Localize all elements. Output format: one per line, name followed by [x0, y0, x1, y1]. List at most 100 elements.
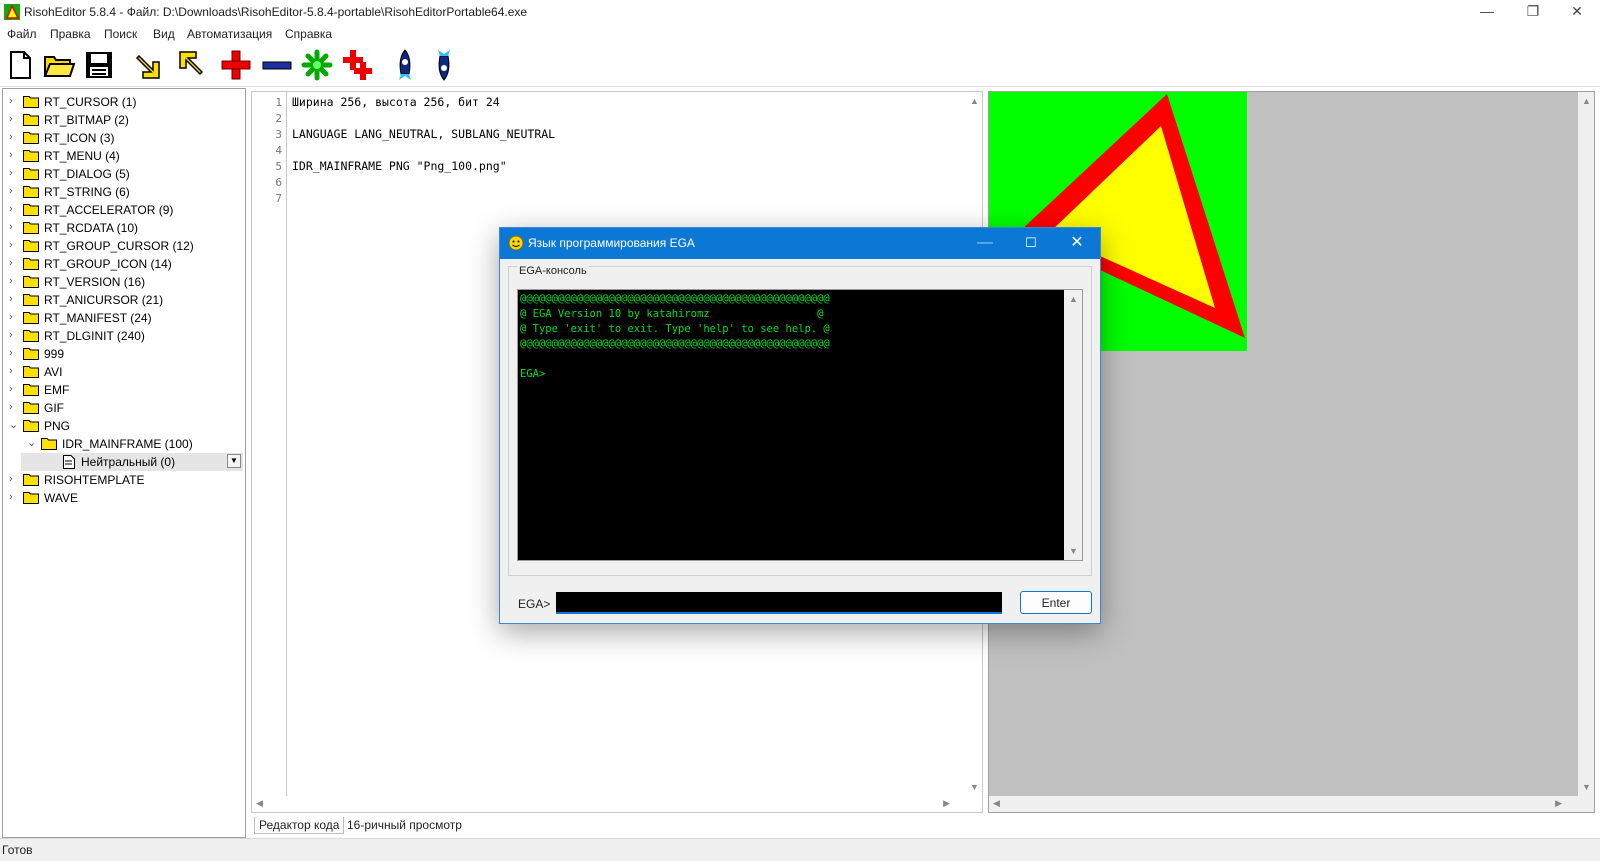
resource-tree[interactable]: › RT_CURSOR (1) › RT_BITMAP (2) › RT_ICON (3)… [2, 88, 246, 838]
chevron-right-icon[interactable]: › [9, 257, 19, 269]
dialog-close-button[interactable]: ✕ [1054, 228, 1100, 259]
tree-item[interactable]: › RT_ICON (3) [3, 129, 243, 147]
tree-item[interactable]: › RISOHTEMPLATE [3, 471, 243, 489]
tree-item[interactable]: › EMF [3, 381, 243, 399]
chevron-right-icon[interactable]: › [9, 293, 19, 305]
command-input[interactable] [556, 592, 1002, 614]
clone-resource-icon[interactable] [300, 48, 334, 82]
line-number: 1 [275, 96, 282, 109]
chevron-right-icon[interactable]: › [9, 149, 19, 161]
menu-file[interactable]: Файл [7, 27, 37, 41]
chevron-right-icon[interactable]: › [9, 401, 19, 413]
scroll-right-icon[interactable]: ▶ [943, 798, 950, 809]
scroll-right-icon[interactable]: ▶ [1555, 798, 1562, 809]
chevron-right-icon[interactable]: › [9, 347, 19, 359]
chevron-right-icon[interactable]: › [9, 167, 19, 179]
editor-horizontal-scrollbar[interactable]: ◀ ▶ [252, 796, 982, 812]
scroll-up-icon[interactable]: ▲ [1582, 96, 1591, 106]
dropdown-arrow-icon[interactable]: ▼ [227, 454, 241, 468]
scroll-up-icon[interactable]: ▲ [1069, 294, 1078, 304]
tree-item[interactable]: › RT_GROUP_CURSOR (12) [3, 237, 243, 255]
scroll-down-icon[interactable]: ▼ [970, 782, 979, 792]
chevron-right-icon[interactable]: › [9, 239, 19, 251]
code-line: Ширина 256, высота 256, бит 24 [292, 95, 500, 109]
chevron-down-icon[interactable]: ⌄ [27, 437, 37, 449]
title-bar[interactable]: RisohEditor 5.8.4 - Файл: D:\Downloads\R… [0, 0, 1600, 24]
chevron-right-icon[interactable]: › [9, 185, 19, 197]
tree-item[interactable]: › RT_VERSION (16) [3, 273, 243, 291]
tree-item[interactable]: › RT_GROUP_ICON (14) [3, 255, 243, 273]
scroll-down-icon[interactable]: ▼ [1582, 782, 1591, 792]
copy-resource-icon[interactable] [340, 48, 374, 82]
rocket-up-icon[interactable] [388, 48, 422, 82]
menu-automation[interactable]: Автоматизация [187, 27, 272, 41]
tree-item[interactable]: › RT_BITMAP (2) [3, 111, 243, 129]
chevron-right-icon[interactable]: › [9, 131, 19, 143]
menu-edit[interactable]: Правка [50, 27, 91, 41]
tree-item-label: RT_GROUP_CURSOR (12) [44, 239, 194, 253]
folder-icon [23, 186, 39, 198]
dialog-maximize-button[interactable]: ☐ [1008, 228, 1054, 259]
tree-item[interactable]: › RT_ACCELERATOR (9) [3, 201, 243, 219]
tree-item[interactable]: › RT_STRING (6) [3, 183, 243, 201]
tree-item-idr-mainframe[interactable]: ⌄ IDR_MAINFRAME (100) [3, 435, 243, 453]
chevron-right-icon[interactable]: › [9, 473, 19, 485]
preview-horizontal-scrollbar[interactable]: ◀ ▶ [989, 796, 1594, 812]
scroll-left-icon[interactable]: ◀ [256, 798, 263, 809]
chevron-right-icon[interactable]: › [9, 491, 19, 503]
minimize-button[interactable]: — [1464, 0, 1510, 24]
scroll-left-icon[interactable]: ◀ [993, 798, 1000, 809]
app-icon [4, 4, 20, 20]
console-scrollbar[interactable]: ▲ ▼ [1064, 290, 1082, 560]
tree-item[interactable]: › 999 [3, 345, 243, 363]
folder-icon [23, 168, 39, 180]
ega-dialog[interactable]: Язык программирования EGA — ☐ ✕ EGA-конс… [499, 227, 1101, 624]
tree-item[interactable]: › AVI [3, 363, 243, 381]
delete-resource-icon[interactable] [260, 48, 294, 82]
tab-hex-view[interactable]: 16-ричный просмотр [343, 817, 466, 833]
export-arrow-icon[interactable] [172, 48, 206, 82]
tree-item-label: 999 [44, 347, 65, 361]
rocket-down-icon[interactable] [427, 48, 461, 82]
import-arrow-icon[interactable] [133, 48, 167, 82]
tree-item[interactable]: ⌄ PNG [3, 417, 243, 435]
close-button[interactable]: ✕ [1554, 0, 1600, 24]
tree-item[interactable]: › RT_RCDATA (10) [3, 219, 243, 237]
chevron-right-icon[interactable]: › [9, 365, 19, 377]
tree-item[interactable]: › RT_DLGINIT (240) [3, 327, 243, 345]
chevron-right-icon[interactable]: › [9, 95, 19, 107]
chevron-right-icon[interactable]: › [9, 203, 19, 215]
folder-icon [23, 294, 39, 306]
tree-item[interactable]: › RT_CURSOR (1) [3, 93, 243, 111]
tab-code-editor[interactable]: Редактор кода [254, 817, 345, 834]
tree-item[interactable]: › WAVE [3, 489, 243, 507]
preview-vertical-scrollbar[interactable]: ▲ ▼ [1578, 92, 1594, 812]
tree-item-label: IDR_MAINFRAME (100) [62, 437, 193, 451]
menu-view[interactable]: Вид [153, 27, 175, 41]
chevron-right-icon[interactable]: › [9, 221, 19, 233]
menu-help[interactable]: Справка [285, 27, 332, 41]
enter-button[interactable]: Enter [1020, 591, 1092, 614]
new-file-icon[interactable] [3, 48, 37, 82]
maximize-button[interactable]: ❐ [1510, 0, 1556, 24]
dialog-title-bar[interactable]: Язык программирования EGA — ☐ ✕ [500, 228, 1100, 259]
tree-item[interactable]: › RT_MANIFEST (24) [3, 309, 243, 327]
scroll-up-icon[interactable]: ▲ [970, 96, 979, 106]
tree-item-language[interactable]: Нейтральный (0) ▼ [21, 453, 243, 471]
scroll-down-icon[interactable]: ▼ [1069, 546, 1078, 556]
chevron-right-icon[interactable]: › [9, 329, 19, 341]
menu-search[interactable]: Поиск [104, 27, 137, 41]
tree-item[interactable]: › GIF [3, 399, 243, 417]
tree-item[interactable]: › RT_DIALOG (5) [3, 165, 243, 183]
save-icon[interactable] [82, 48, 116, 82]
tree-item[interactable]: › RT_ANICURSOR (21) [3, 291, 243, 309]
chevron-right-icon[interactable]: › [9, 383, 19, 395]
tree-item[interactable]: › RT_MENU (4) [3, 147, 243, 165]
console-output[interactable]: @@@@@@@@@@@@@@@@@@@@@@@@@@@@@@@@@@@@@@@@… [517, 289, 1083, 561]
chevron-right-icon[interactable]: › [9, 113, 19, 125]
open-folder-icon[interactable] [42, 48, 76, 82]
chevron-down-icon[interactable]: ⌄ [9, 419, 19, 431]
chevron-right-icon[interactable]: › [9, 275, 19, 287]
chevron-right-icon[interactable]: › [9, 311, 19, 323]
add-resource-icon[interactable] [219, 48, 253, 82]
